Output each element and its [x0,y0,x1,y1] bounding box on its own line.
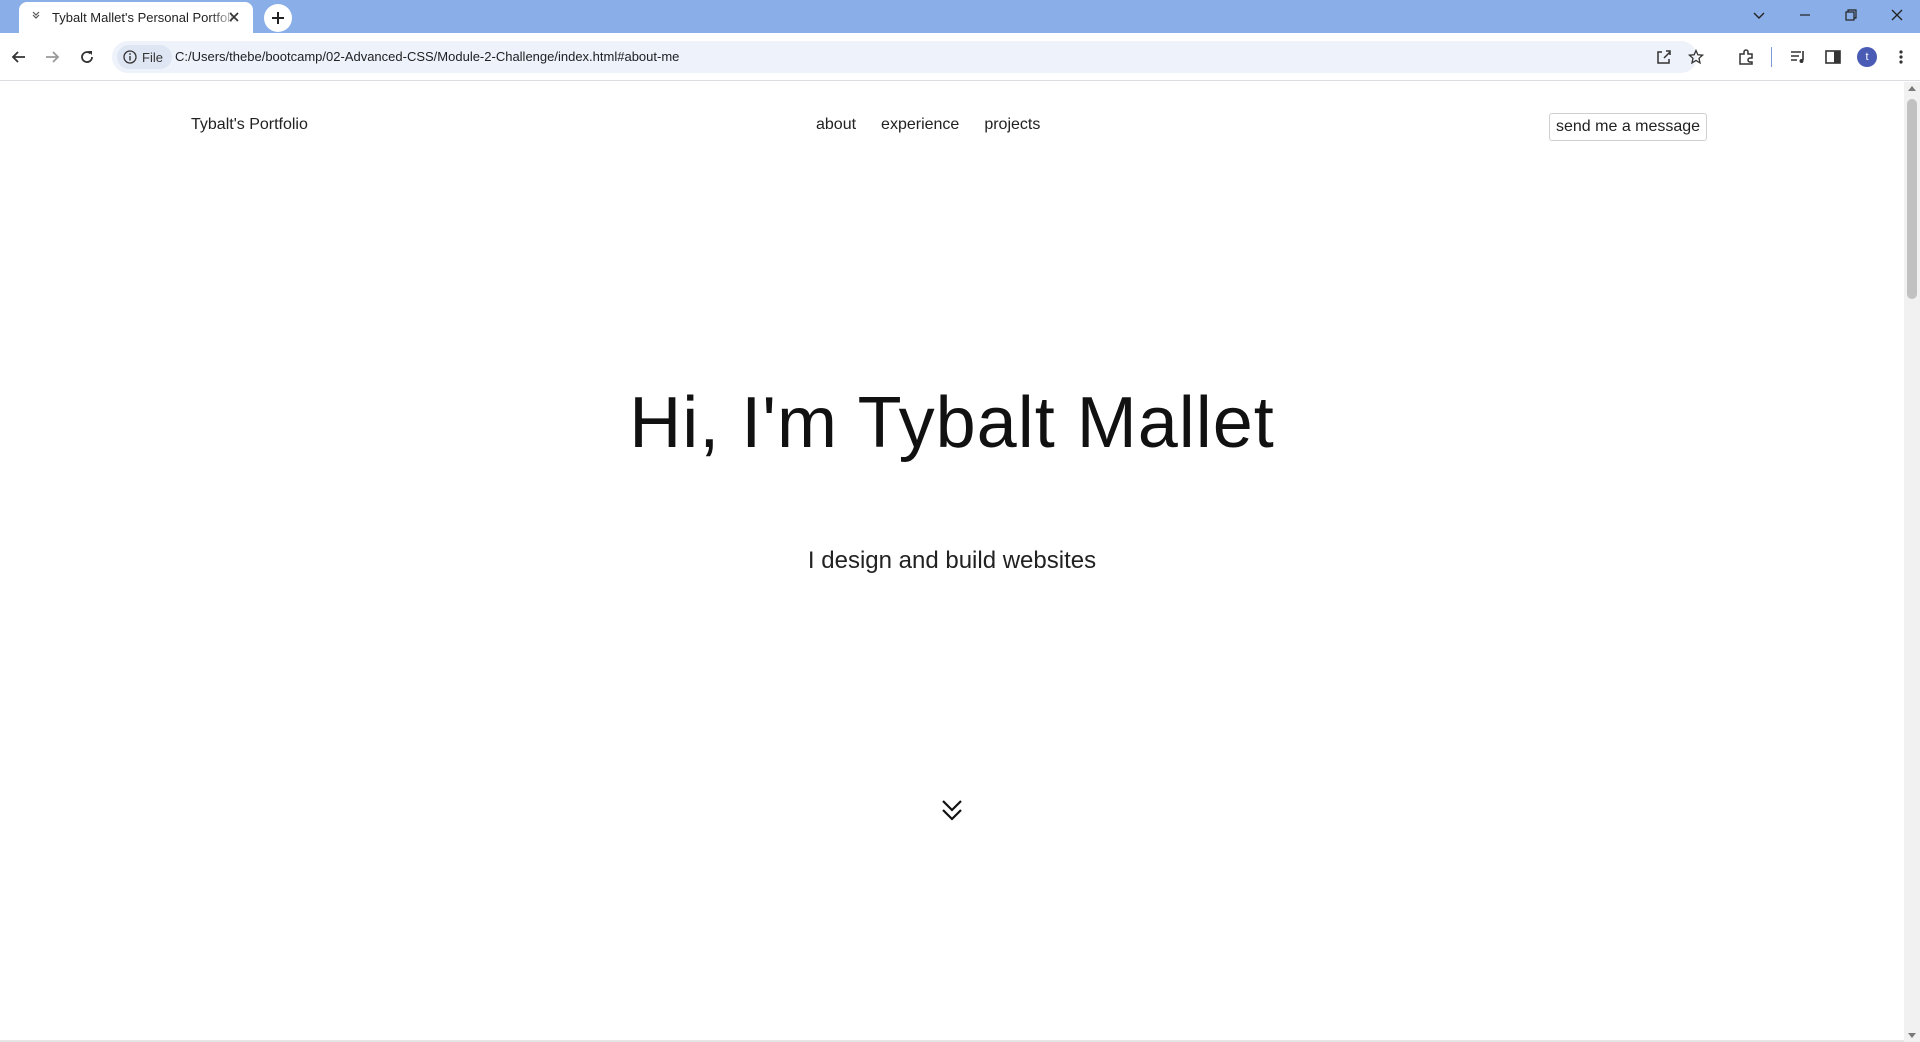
side-panel-button[interactable] [1822,46,1844,68]
plus-icon [272,12,284,24]
url-text[interactable]: C:/Users/thebe/bootcamp/02-Advanced-CSS/… [175,49,679,64]
send-message-button[interactable]: send me a message [1549,113,1708,141]
restore-button[interactable] [1828,0,1874,30]
page-viewport: Tybalt's Portfolio about experience proj… [0,82,1904,1042]
site-info-chip[interactable]: File [117,45,172,69]
scroll-up-arrow[interactable] [1908,86,1916,91]
chevron-down-icon [1753,12,1765,19]
new-tab-button[interactable] [264,4,292,32]
star-icon [1688,49,1704,65]
nav-link-projects[interactable]: projects [984,116,1040,134]
minimize-button[interactable] [1782,0,1828,30]
site-header: Tybalt's Portfolio about experience proj… [0,82,1904,172]
nav-link-about[interactable]: about [816,116,856,134]
scroll-thumb[interactable] [1907,99,1917,299]
bookmark-button[interactable] [1685,46,1707,68]
toolbar-divider [1771,47,1772,67]
sidepanel-icon [1825,50,1841,64]
menu-icon [1899,50,1903,64]
tab-favicon-icon [31,10,43,22]
window-close-button[interactable] [1874,0,1920,30]
extensions-icon [1739,49,1753,65]
tab-search-button[interactable] [1736,0,1782,30]
tab-strip: Tybalt Mallet's Personal Portfolio [0,0,1920,33]
close-icon [1891,9,1903,21]
site-chip-label: File [142,49,163,65]
share-button[interactable] [1653,46,1675,68]
share-icon [1657,50,1671,64]
browser-toolbar: File C:/Users/thebe/bootcamp/02-Advanced… [0,33,1920,81]
page-scrollbar[interactable] [1904,82,1920,1042]
media-icon [1791,51,1804,63]
hero-subtitle: I design and build websites [807,547,1097,574]
back-icon [11,51,25,63]
forward-icon [46,51,60,63]
restore-icon [1845,9,1857,21]
tab-title: Tybalt Mallet's Personal Portfolio [52,10,238,25]
browser-menu-button[interactable] [1890,46,1912,68]
browser-tab[interactable]: Tybalt Mallet's Personal Portfolio [19,2,253,33]
info-icon [123,50,137,64]
minimize-icon [1800,14,1810,16]
nav-link-experience[interactable]: experience [881,116,959,134]
address-bar[interactable]: File C:/Users/thebe/bootcamp/02-Advanced… [112,41,1704,73]
media-controls-button[interactable] [1787,46,1809,68]
close-icon[interactable] [225,8,243,26]
profile-avatar[interactable]: t [1857,47,1877,67]
reload-button[interactable] [73,43,101,71]
reload-icon [81,51,93,63]
back-button[interactable] [5,43,33,71]
hero-title: Hi, I'm Tybalt Mallet [629,383,1275,463]
double-chevron-down-icon[interactable] [940,798,964,824]
forward-button[interactable] [38,43,66,71]
scroll-down-arrow[interactable] [1908,1033,1916,1038]
extensions-button[interactable] [1735,46,1757,68]
